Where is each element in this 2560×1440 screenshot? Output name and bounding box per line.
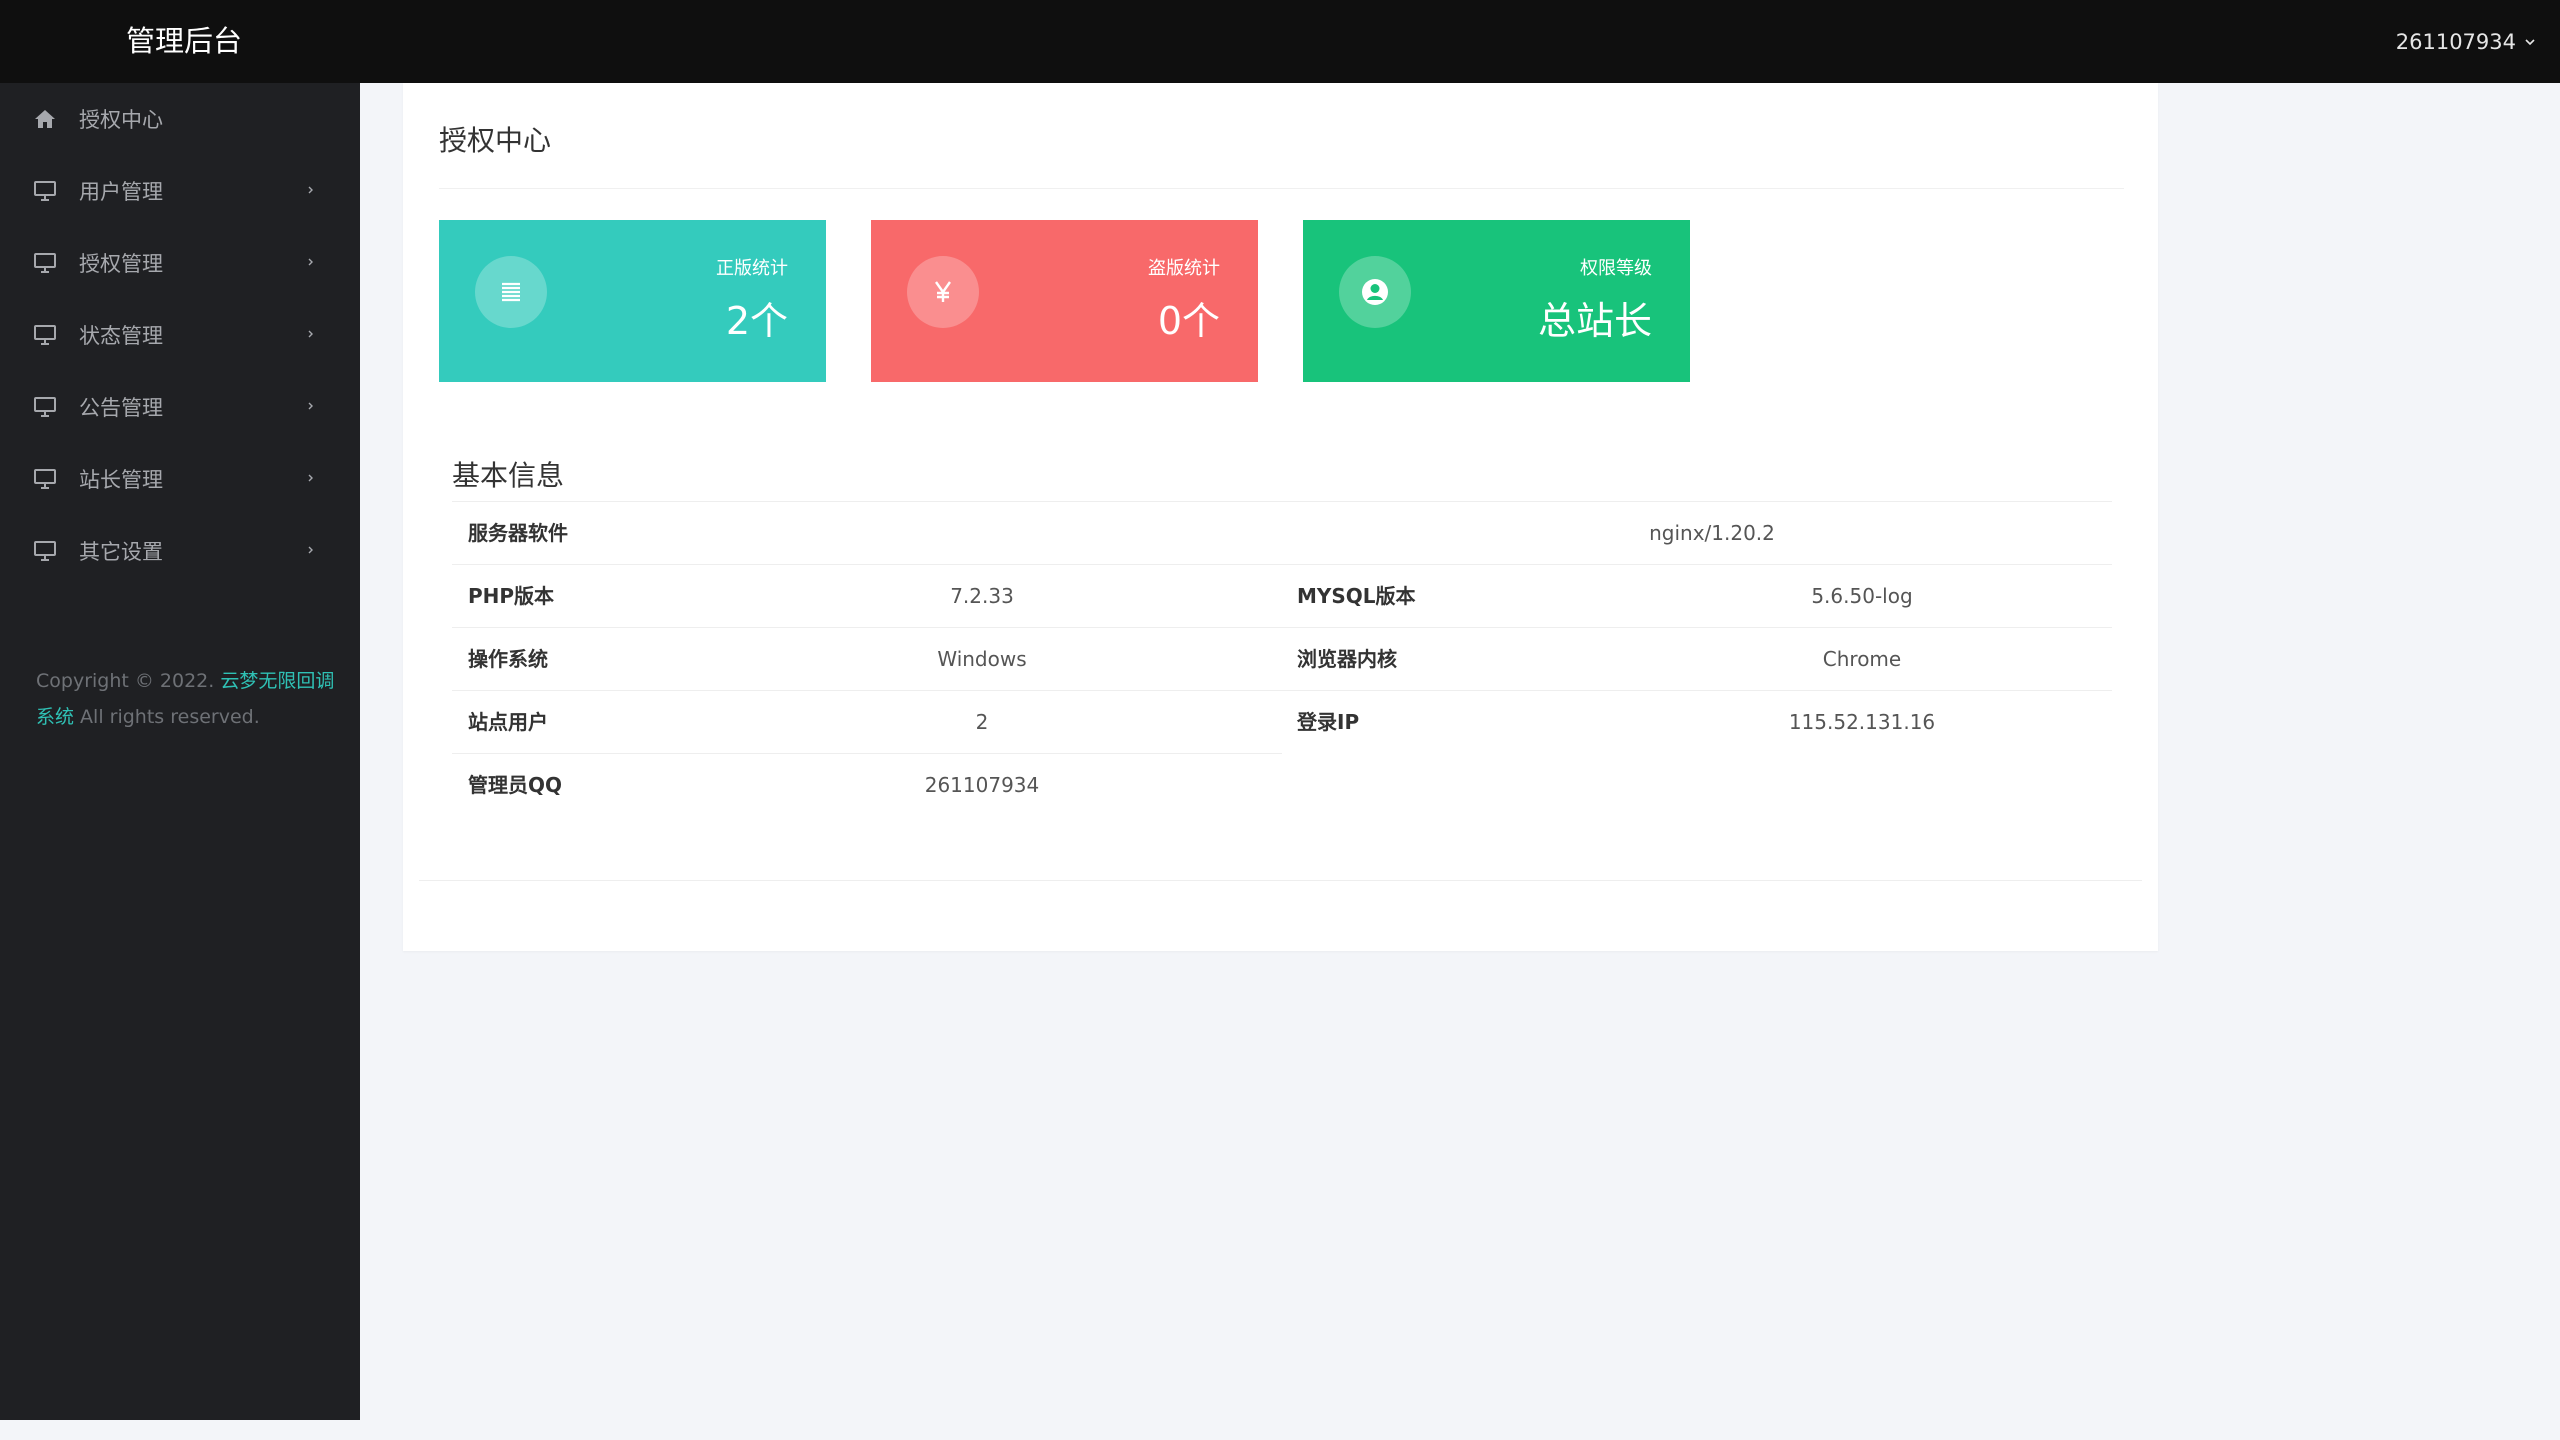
- brand-title: 管理后台: [126, 24, 243, 58]
- sidebar-item-label: 站长管理: [79, 468, 163, 492]
- page-title: 授权中心: [439, 124, 552, 157]
- info-value: 115.52.131.16: [1788, 710, 1936, 734]
- top-bar: 管理后台 261107934: [0, 0, 2560, 83]
- stat-value: 0个: [1157, 299, 1220, 343]
- info-key: MYSQL版本: [1297, 584, 1416, 608]
- info-key: 服务器软件: [468, 521, 568, 545]
- info-value: Chrome: [1822, 647, 1902, 671]
- sidebar-item-label: 用户管理: [79, 180, 163, 204]
- home-icon: [33, 107, 57, 131]
- sidebar-item-webmaster-management[interactable]: 站长管理: [0, 443, 360, 515]
- sidebar-item-label: 公告管理: [79, 396, 163, 420]
- divider: [439, 188, 2124, 189]
- sidebar-item-label: 其它设置: [79, 540, 163, 564]
- info-row-os-browser: 操作系统 Windows 浏览器内核 Chrome: [452, 628, 2112, 690]
- info-row-users-ip: 站点用户 2 登录IP 115.52.131.16: [452, 691, 2112, 753]
- chevron-right-icon: [308, 546, 313, 554]
- info-value: Windows: [937, 647, 1027, 671]
- info-key: 浏览器内核: [1297, 647, 1397, 671]
- divider: [419, 880, 2142, 881]
- info-key: 管理员QQ: [468, 773, 563, 797]
- sidebar-item-status-management[interactable]: 状态管理: [0, 299, 360, 371]
- chevron-right-icon: [308, 186, 313, 194]
- sidebar-item-other-settings[interactable]: 其它设置: [0, 515, 360, 587]
- copyright-suffix: All rights reserved.: [74, 706, 260, 728]
- sidebar: 授权中心 用户管理 授权管理 状态管理 公告管理 站长管理 其它设置 Copyr…: [0, 83, 360, 1420]
- monitor-icon: [33, 539, 57, 563]
- stat-card-permission: 权限等级 总站长: [1303, 220, 1690, 382]
- sidebar-item-label: 授权中心: [79, 108, 163, 132]
- stat-label: 盗版统计: [1148, 258, 1220, 279]
- monitor-icon: [33, 323, 57, 347]
- chevron-right-icon: [308, 402, 313, 410]
- stat-card-genuine: 正版统计 2个: [439, 220, 826, 382]
- info-row-server: 服务器软件 nginx/1.20.2: [452, 502, 2112, 564]
- main-panel: 授权中心 正版统计 2个 盗版统计 0个 权限等级 总站长 基本信息 服务器软件…: [403, 83, 2158, 951]
- info-value: 5.6.50-log: [1811, 584, 1913, 608]
- chevron-down-icon: [2525, 39, 2535, 46]
- stat-card-pirated: 盗版统计 0个: [871, 220, 1258, 382]
- info-row-qq: 管理员QQ 261107934: [452, 754, 2112, 816]
- monitor-icon: [33, 251, 57, 275]
- copyright-prefix: Copyright © 2022.: [36, 670, 221, 692]
- info-key: PHP版本: [468, 584, 555, 608]
- copyright: Copyright © 2022. 云梦无限回调系统 All rights re…: [36, 663, 336, 735]
- sidebar-item-auth-center[interactable]: 授权中心: [0, 83, 360, 155]
- chevron-right-icon: [308, 330, 313, 338]
- stat-value: 2个: [725, 299, 788, 343]
- sidebar-item-label: 状态管理: [79, 324, 163, 348]
- chevron-right-icon: [308, 258, 313, 266]
- stat-label: 权限等级: [1580, 258, 1652, 279]
- sidebar-item-license-management[interactable]: 授权管理: [0, 227, 360, 299]
- monitor-icon: [33, 467, 57, 491]
- sidebar-item-label: 授权管理: [79, 252, 163, 276]
- stat-label: 正版统计: [716, 258, 788, 279]
- info-value: 2: [975, 710, 989, 734]
- user-menu[interactable]: 261107934: [2396, 26, 2536, 58]
- info-value: 261107934: [924, 773, 1040, 797]
- user-circle-icon: [1339, 256, 1411, 328]
- monitor-icon: [33, 395, 57, 419]
- stat-value: 总站长: [1537, 299, 1652, 343]
- info-key: 登录IP: [1297, 710, 1360, 734]
- monitor-icon: [33, 179, 57, 203]
- chevron-right-icon: [308, 474, 313, 482]
- info-key: 站点用户: [468, 710, 548, 734]
- section-title: 基本信息: [452, 459, 565, 492]
- user-name: 261107934: [2395, 30, 2516, 54]
- sidebar-item-announcement-management[interactable]: 公告管理: [0, 371, 360, 443]
- info-row-php-mysql: PHP版本 7.2.33 MYSQL版本 5.6.50-log: [452, 565, 2112, 627]
- info-key: 操作系统: [468, 647, 548, 671]
- list-icon: [475, 256, 547, 328]
- sidebar-item-user-management[interactable]: 用户管理: [0, 155, 360, 227]
- yen-icon: [907, 256, 979, 328]
- info-value: 7.2.33: [950, 584, 1014, 608]
- info-value: nginx/1.20.2: [1649, 521, 1775, 545]
